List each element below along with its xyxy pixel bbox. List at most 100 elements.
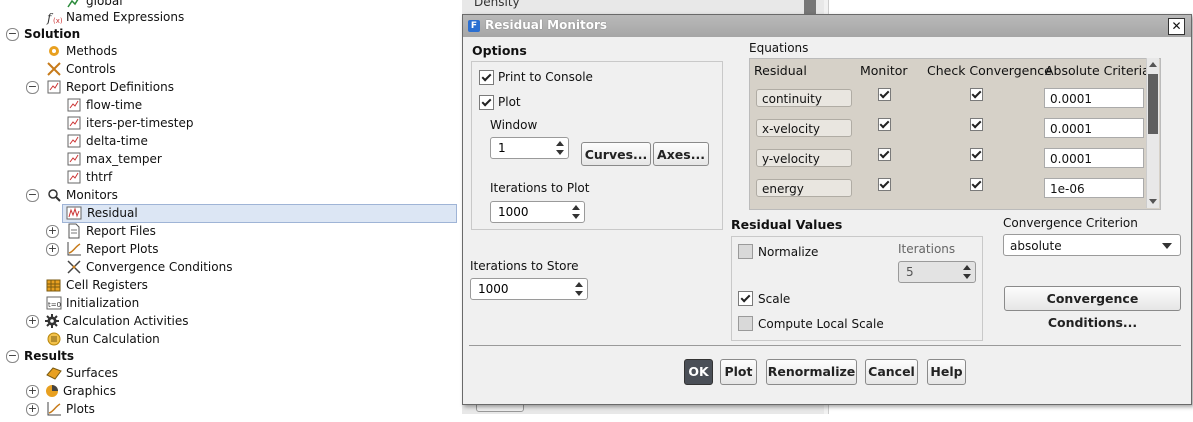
compute-local-scale-label: Compute Local Scale — [758, 317, 884, 331]
curves-button[interactable]: Curves... — [581, 142, 651, 166]
tree-item-report-definitions[interactable]: Report Definitions — [46, 78, 266, 96]
report-plot-icon — [66, 241, 82, 257]
renormalize-button[interactable]: Renormalize — [766, 359, 857, 385]
background-scrollbar[interactable] — [804, 0, 816, 14]
iterations-spinner[interactable] — [898, 261, 976, 283]
iterations-to-store-spinner[interactable] — [470, 278, 588, 300]
iterations-input[interactable] — [899, 262, 960, 282]
residual-name: x-velocity — [756, 119, 852, 137]
window-label: Window — [490, 118, 538, 132]
scroll-down-icon[interactable] — [1149, 199, 1157, 204]
tree-item-residual[interactable]: Residual — [62, 204, 457, 223]
collapse-toggle-icon[interactable]: − — [6, 350, 19, 363]
tree-item-label: Named Expressions — [66, 10, 185, 24]
tree-item-report-files[interactable]: Report Files — [66, 222, 266, 240]
scale-checkbox[interactable] — [738, 291, 753, 306]
collapse-toggle-icon[interactable]: − — [6, 28, 19, 41]
tree-item-delta-time[interactable]: delta-time — [66, 132, 266, 150]
help-button[interactable]: Help — [927, 359, 966, 385]
tree-item-monitors[interactable]: Monitors — [46, 186, 246, 204]
normalize-checkbox[interactable] — [738, 244, 753, 259]
tree-item-thtrf[interactable]: thtrf — [66, 168, 266, 186]
dialog-titlebar[interactable]: F Residual Monitors ✕ — [463, 15, 1191, 37]
equations-scrollbar[interactable] — [1146, 58, 1159, 208]
iterations-to-plot-spinner[interactable] — [490, 201, 585, 223]
iterations-to-store-input[interactable] — [471, 279, 560, 299]
absolute-criteria-input[interactable]: 0.0001 — [1044, 88, 1144, 108]
monitor-checkbox[interactable] — [878, 88, 891, 101]
plot-button[interactable]: Plot — [720, 359, 757, 385]
scroll-up-icon[interactable] — [1149, 62, 1157, 67]
options-group-title: Options — [472, 43, 527, 58]
spin-up-icon[interactable] — [556, 141, 564, 146]
tree-item-report-plots[interactable]: Report Plots — [66, 240, 266, 258]
collapse-toggle-icon[interactable]: − — [26, 189, 39, 202]
iterations-to-plot-input[interactable] — [491, 202, 564, 222]
window-spinner[interactable] — [490, 137, 569, 159]
spin-up-icon[interactable] — [572, 205, 580, 210]
expand-toggle-icon[interactable]: + — [46, 243, 59, 256]
tree-item-plots[interactable]: Plots — [46, 400, 246, 418]
expand-toggle-icon[interactable]: + — [46, 225, 59, 238]
window-input[interactable] — [491, 138, 552, 158]
spin-down-icon[interactable] — [963, 274, 971, 279]
spin-up-icon[interactable] — [963, 265, 971, 270]
tree-item-initialization[interactable]: t=0 Initialization — [46, 294, 246, 312]
methods-icon — [46, 43, 62, 59]
close-button[interactable]: ✕ — [1168, 18, 1185, 35]
spin-up-icon[interactable] — [575, 282, 583, 287]
cancel-button[interactable]: Cancel — [865, 359, 918, 385]
iterations-to-plot-label: Iterations to Plot — [490, 181, 590, 195]
tree-item-results[interactable]: Results — [24, 347, 144, 365]
check-convergence-checkbox[interactable] — [970, 88, 983, 101]
tree-item-controls[interactable]: Controls — [46, 60, 246, 78]
print-to-console-checkbox[interactable] — [479, 70, 494, 85]
compute-local-scale-checkbox[interactable] — [738, 316, 753, 331]
residual-name: continuity — [756, 89, 852, 107]
expand-toggle-icon[interactable]: + — [26, 315, 39, 328]
controls-icon — [46, 61, 62, 77]
ok-button[interactable]: OK — [684, 359, 713, 385]
tree-item-run-calculation[interactable]: Run Calculation — [46, 330, 246, 348]
tree-item-surfaces[interactable]: Surfaces — [46, 364, 246, 382]
tree-item-cell-registers[interactable]: Cell Registers — [46, 276, 246, 294]
check-convergence-checkbox[interactable] — [970, 118, 983, 131]
absolute-criteria-input[interactable]: 0.0001 — [1044, 118, 1144, 138]
scrollbar-thumb[interactable] — [1148, 74, 1158, 134]
monitor-checkbox[interactable] — [878, 118, 891, 131]
check-convergence-checkbox[interactable] — [970, 148, 983, 161]
surfaces-icon — [46, 365, 62, 381]
tree-item-iters-per-timestep[interactable]: iters-per-timestep — [66, 114, 266, 132]
axes-button[interactable]: Axes... — [653, 142, 709, 166]
collapse-toggle-icon[interactable]: − — [26, 81, 39, 94]
check-convergence-checkbox[interactable] — [970, 178, 983, 191]
app-logo-icon: F — [468, 20, 480, 32]
tree-item-convergence-conditions[interactable]: Convergence Conditions — [66, 258, 286, 276]
convergence-conditions-button[interactable]: Convergence Conditions... — [1004, 286, 1181, 330]
tree-item-calculation-activities[interactable]: Calculation Activities — [45, 312, 266, 330]
expand-toggle-icon[interactable]: + — [26, 385, 39, 398]
spin-down-icon[interactable] — [556, 150, 564, 155]
tree-item-flow-time[interactable]: flow-time — [66, 96, 266, 114]
monitor-checkbox[interactable] — [878, 178, 891, 191]
spin-down-icon[interactable] — [575, 291, 583, 296]
tree-item-label: Report Files — [86, 224, 156, 238]
convergence-criterion-dropdown[interactable]: absolute — [1003, 234, 1181, 256]
tree-item-label: Report Definitions — [66, 80, 174, 94]
dialog-title: Residual Monitors — [485, 18, 608, 32]
absolute-criteria-input[interactable]: 1e-06 — [1044, 178, 1144, 198]
tree-item-solution[interactable]: Solution — [24, 25, 144, 43]
plots-icon — [46, 401, 62, 417]
absolute-criteria-input[interactable]: 0.0001 — [1044, 148, 1144, 168]
residual-name: y-velocity — [756, 149, 852, 167]
convergence-icon — [66, 259, 82, 275]
monitor-checkbox[interactable] — [878, 148, 891, 161]
expand-toggle-icon[interactable]: + — [26, 403, 39, 416]
residual-plot-icon — [66, 205, 82, 221]
spin-down-icon[interactable] — [572, 214, 580, 219]
tree-item-named-expressions[interactable]: f (x) Named Expressions — [46, 8, 266, 26]
plot-checkbox[interactable] — [479, 95, 494, 110]
tree-item-max-temper[interactable]: max_temper — [66, 150, 266, 168]
tree-item-graphics[interactable]: Graphics — [46, 382, 246, 400]
tree-item-methods[interactable]: Methods — [46, 42, 246, 60]
